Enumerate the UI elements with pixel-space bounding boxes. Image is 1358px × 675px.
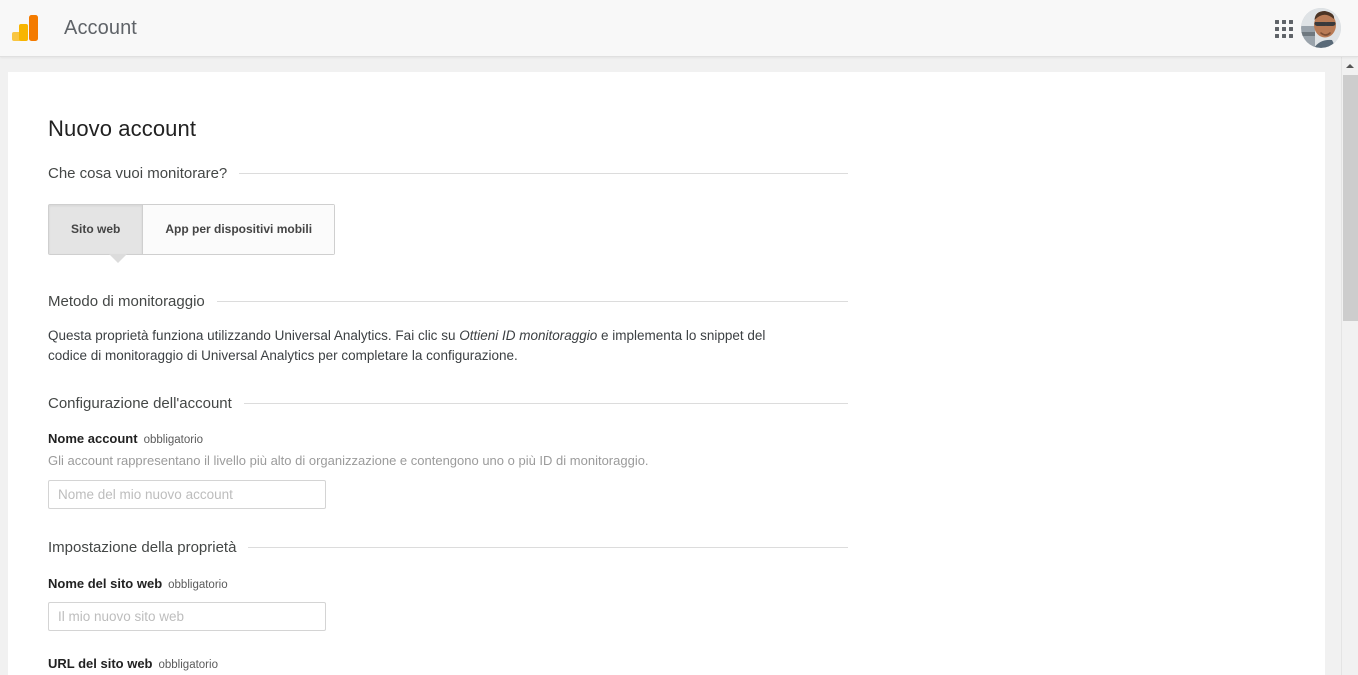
website-name-label-text: Nome del sito web — [48, 576, 163, 591]
tracking-target-tab-group: Sito web App per dispositivi mobili — [48, 204, 336, 263]
section-header-property-setup: Impostazione della proprietà — [48, 539, 848, 556]
tracking-method-text-before: Questa proprietà funziona utilizzando Un… — [48, 328, 460, 343]
section-header-account-setup: Configurazione dell'account — [48, 395, 848, 412]
page-header-title: Account — [64, 17, 137, 39]
apps-grid-dot — [1289, 27, 1293, 31]
apps-grid-dot — [1275, 34, 1279, 38]
website-name-label: Nome del sito web obbligatorio — [48, 576, 848, 591]
apps-grid-dot — [1282, 27, 1286, 31]
google-analytics-logo — [10, 12, 42, 44]
account-name-label: Nome account obbligatorio — [48, 431, 848, 446]
apps-grid-dot — [1289, 34, 1293, 38]
page-title: Nuovo account — [48, 116, 197, 141]
selected-tab-caret-icon — [109, 254, 127, 263]
website-url-label: URL del sito web obbligatorio — [48, 656, 848, 671]
apps-grid-icon[interactable] — [1272, 17, 1296, 41]
scroll-up-arrow-icon[interactable] — [1342, 57, 1358, 74]
page-scrollbar[interactable] — [1341, 57, 1358, 675]
section-divider — [216, 301, 848, 302]
section-header-label: Impostazione della proprietà — [48, 539, 237, 556]
section-header-label: Che cosa vuoi monitorare? — [48, 165, 228, 182]
account-name-required-text: obbligatorio — [143, 434, 204, 446]
account-name-input[interactable] — [48, 480, 326, 509]
website-url-required-text: obbligatorio — [158, 659, 218, 671]
account-name-help-text: Gli account rappresentano il livello più… — [48, 453, 649, 468]
section-divider — [239, 173, 848, 174]
tab-mobile-app[interactable]: App per dispositivi mobili — [142, 205, 335, 254]
section-divider — [248, 547, 848, 548]
apps-grid-dot — [1275, 20, 1279, 24]
section-divider — [243, 403, 848, 404]
section-header-label: Configurazione dell'account — [48, 395, 232, 412]
account-name-label-text: Nome account — [48, 431, 138, 446]
scroll-thumb[interactable] — [1343, 75, 1358, 321]
new-account-form: Nuovo account Che cosa vuoi monitorare? … — [48, 72, 848, 675]
apps-grid-dot — [1289, 20, 1293, 24]
section-header-tracking-target: Che cosa vuoi monitorare? — [48, 165, 848, 182]
tab-website[interactable]: Sito web — [49, 205, 143, 254]
section-header-tracking-method: Metodo di monitoraggio — [48, 293, 848, 310]
user-avatar[interactable] — [1301, 8, 1341, 48]
website-name-input[interactable] — [48, 602, 326, 631]
app-header: Account — [0, 0, 1358, 57]
apps-grid-dot — [1282, 34, 1286, 38]
apps-grid-dot — [1282, 20, 1286, 24]
apps-grid-dot — [1275, 27, 1279, 31]
tracking-method-emphasis: Ottieni ID monitoraggio — [459, 328, 598, 343]
website-name-required-text: obbligatorio — [168, 579, 228, 591]
tracking-method-description: Questa proprietà funziona utilizzando Un… — [48, 326, 796, 366]
section-header-label: Metodo di monitoraggio — [48, 293, 205, 310]
website-url-label-text: URL del sito web — [48, 656, 153, 671]
content-card: Nuovo account Che cosa vuoi monitorare? … — [8, 72, 1325, 675]
